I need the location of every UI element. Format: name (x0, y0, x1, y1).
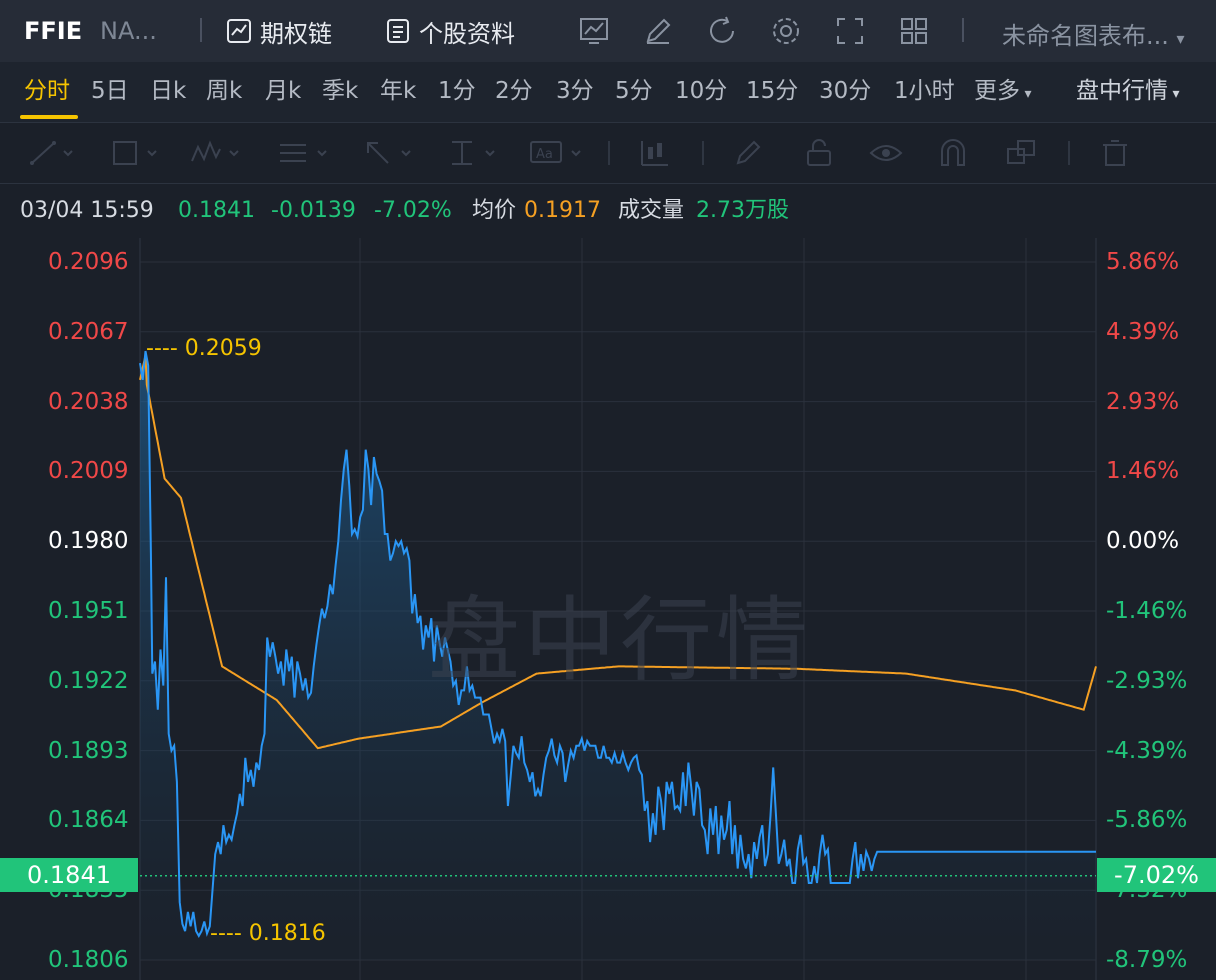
y-tick-label: 0.1951 (48, 598, 129, 624)
quote-change: -0.0139 (271, 198, 356, 223)
period-tab[interactable]: 1小时 (894, 76, 955, 106)
y-tick-label: 0.1922 (48, 667, 129, 694)
fullscreen-icon[interactable] (833, 14, 867, 48)
layout-name: 未命名图表布... (1002, 22, 1169, 50)
measure-tool-icon[interactable] (446, 137, 502, 169)
wave-tool-icon[interactable] (188, 137, 246, 169)
drawing-toolbar: Aa (0, 123, 1216, 184)
high-price-marker: ---- 0.2059 (146, 336, 262, 361)
period-tab[interactable]: 2分 (495, 76, 533, 106)
pct-tick-label: 2.93% (1106, 388, 1180, 415)
pct-tick-label: -1.46% (1106, 598, 1188, 624)
stock-info-label: 个股资料 (419, 19, 515, 48)
draw-icon[interactable] (641, 14, 675, 48)
watermark: 盘中行情 (428, 587, 813, 694)
pencil-icon[interactable] (732, 137, 766, 169)
quote-info-line: 03/04 15:59 0.1841 -0.0139 -7.02% 均价 0.1… (0, 184, 1216, 238)
current-price-tag: 0.1841 (0, 858, 138, 892)
y-tick-label: 0.1893 (48, 737, 129, 764)
magnet-icon[interactable] (936, 137, 970, 169)
stock-info-button[interactable]: 个股资料 (385, 14, 515, 48)
low-price-marker: ---- 0.1816 (210, 921, 326, 946)
candle-tool-icon[interactable] (638, 137, 672, 169)
line-tool-icon[interactable] (28, 137, 78, 169)
active-tab-indicator (20, 115, 78, 119)
document-icon (387, 19, 409, 43)
chevron-down-icon: ▾ (1020, 86, 1032, 102)
divider (962, 18, 964, 42)
more-label: 更多 (974, 78, 1020, 104)
period-tab[interactable]: 3分 (556, 76, 594, 106)
arrow-tool-icon[interactable] (362, 137, 418, 169)
y-tick-label: 0.2038 (48, 388, 129, 415)
period-bar: 分时 5日 日k 周k 月k 季k 年k 1分 2分 3分 5分 10分 15分… (0, 62, 1216, 123)
period-tab[interactable]: 季k (322, 76, 358, 106)
volume-value: 2.73万股 (696, 198, 789, 223)
low-price-label: 0.1816 (248, 921, 326, 946)
exchange-label[interactable]: NA... (100, 16, 157, 46)
chart-icon (227, 19, 251, 43)
period-tab[interactable]: 周k (206, 76, 242, 106)
divider (608, 141, 610, 165)
layout-selector[interactable]: 未命名图表布... ▾ (1002, 16, 1185, 51)
indicator-chart-icon[interactable] (577, 14, 611, 48)
pct-tick-label: 0.00% (1106, 528, 1180, 555)
period-tab[interactable]: 年k (380, 76, 416, 106)
period-tab[interactable]: 30分 (819, 76, 871, 106)
lock-icon[interactable] (802, 137, 836, 169)
current-pct-tag: -7.02% (1097, 858, 1216, 892)
quote-time: 03/04 15:59 (20, 198, 154, 223)
top-toolbar: FFIE NA... 期权链 个股资料 未命名图表布... ▾ (0, 0, 1216, 62)
y-tick-label: 0.1806 (48, 947, 129, 973)
options-chain-button[interactable]: 期权链 (226, 14, 332, 48)
pct-tick-label: -4.39% (1106, 737, 1188, 764)
y-tick-label: 0.2009 (48, 458, 129, 485)
divider (702, 141, 704, 165)
pct-tick-label: 4.39% (1106, 318, 1180, 345)
pct-tick-label: -5.86% (1106, 807, 1188, 834)
y-tick-label: 0.1980 (48, 528, 129, 555)
quote-price: 0.1841 (178, 198, 255, 223)
pct-tick-label: 1.46% (1106, 458, 1180, 485)
y-tick-label: 0.2067 (48, 318, 129, 345)
volume-label: 成交量 (618, 198, 685, 223)
refresh-icon[interactable] (705, 14, 739, 48)
trash-icon[interactable] (1098, 137, 1132, 169)
period-tab[interactable]: 1分 (438, 76, 476, 106)
period-tab[interactable]: 5分 (615, 76, 653, 106)
period-tab[interactable]: 15分 (746, 76, 798, 106)
settings-icon[interactable] (769, 14, 803, 48)
pct-tick-label: 5.86% (1106, 249, 1180, 275)
grid-icon[interactable] (897, 14, 931, 48)
high-price-label: 0.2059 (184, 336, 262, 361)
layers-icon[interactable] (1004, 137, 1038, 169)
pct-tick-label: -8.79% (1106, 947, 1188, 973)
symbol-label[interactable]: FFIE (24, 16, 82, 46)
y-tick-label: 0.1864 (48, 807, 129, 834)
more-periods-button[interactable]: 更多 ▾ (974, 76, 1031, 109)
options-chain-label: 期权链 (260, 19, 332, 48)
eye-icon[interactable] (868, 137, 904, 169)
period-tab[interactable]: 10分 (675, 76, 727, 106)
quote-change-pct: -7.02% (374, 198, 452, 223)
text-tool-icon[interactable]: Aa (528, 137, 588, 169)
divider (200, 18, 202, 42)
fibonacci-tool-icon[interactable] (276, 137, 334, 169)
session-label: 盘中行情 (1076, 78, 1168, 104)
period-tab[interactable]: 分时 (24, 76, 70, 106)
period-tab[interactable]: 5日 (91, 76, 129, 106)
session-selector[interactable]: 盘中行情 ▾ (1076, 76, 1179, 109)
chevron-down-icon: ▾ (1176, 29, 1185, 48)
avg-price-value: 0.1917 (524, 198, 601, 223)
rectangle-tool-icon[interactable] (110, 137, 162, 169)
y-tick-label: 0.2096 (48, 249, 129, 275)
period-tab[interactable]: 日k (150, 76, 186, 106)
avg-price-label: 均价 (472, 198, 517, 223)
divider (1068, 141, 1070, 165)
chevron-down-icon: ▾ (1168, 86, 1180, 102)
svg-text:Aa: Aa (536, 147, 553, 162)
period-tab[interactable]: 月k (265, 76, 301, 106)
pct-tick-label: -2.93% (1106, 667, 1188, 694)
